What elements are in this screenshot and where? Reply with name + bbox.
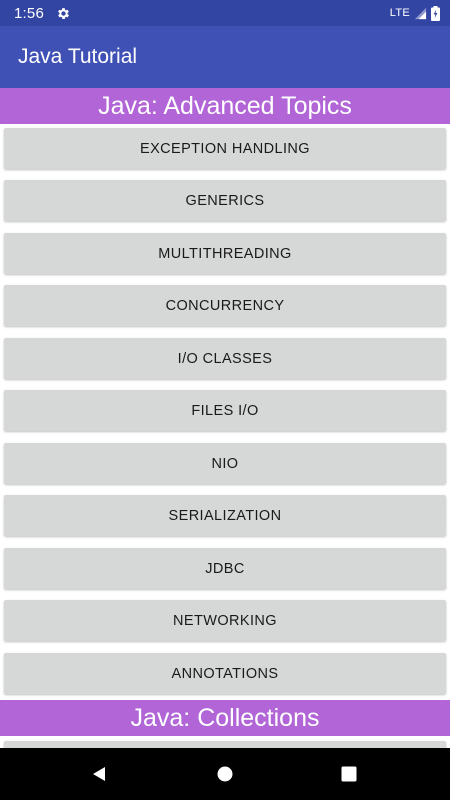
topic-button-generics[interactable]: GENERICS — [4, 180, 446, 221]
back-icon[interactable] — [90, 765, 108, 783]
section-header-collections: Java: Collections — [0, 700, 450, 736]
recents-icon[interactable] — [341, 766, 357, 782]
topic-button-files-io[interactable]: FILES I/O — [4, 390, 446, 431]
topic-button-nio[interactable]: NIO — [4, 443, 446, 484]
topic-button-concurrency[interactable]: CONCURRENCY — [4, 285, 446, 326]
signal-icon — [414, 7, 427, 20]
status-time: 1:56 — [14, 4, 44, 22]
section-header-advanced-topics: Java: Advanced Topics — [0, 88, 450, 124]
app-title: Java Tutorial — [18, 45, 138, 68]
topic-list[interactable]: Java: Advanced Topics EXCEPTION HANDLING… — [0, 88, 450, 748]
topic-button-io-classes[interactable]: I/O CLASSES — [4, 338, 446, 379]
topic-button-networking[interactable]: NETWORKING — [4, 600, 446, 641]
topic-button-annotations[interactable]: ANNOTATIONS — [4, 653, 446, 694]
topic-button-collections-first[interactable] — [4, 741, 446, 748]
app-bar: Java Tutorial — [0, 26, 450, 88]
gear-icon — [56, 6, 71, 21]
topic-button-serialization[interactable]: SERIALIZATION — [4, 495, 446, 536]
status-indicators: LTE — [389, 5, 440, 21]
network-type: LTE — [389, 7, 410, 19]
topic-button-multithreading[interactable]: MULTITHREADING — [4, 233, 446, 274]
battery-icon — [431, 5, 440, 21]
navigation-bar — [0, 748, 450, 800]
status-bar: 1:56 LTE — [0, 0, 450, 26]
topic-button-exception-handling[interactable]: EXCEPTION HANDLING — [4, 128, 446, 169]
topic-button-jdbc[interactable]: JDBC — [4, 548, 446, 589]
home-icon[interactable] — [216, 765, 234, 783]
